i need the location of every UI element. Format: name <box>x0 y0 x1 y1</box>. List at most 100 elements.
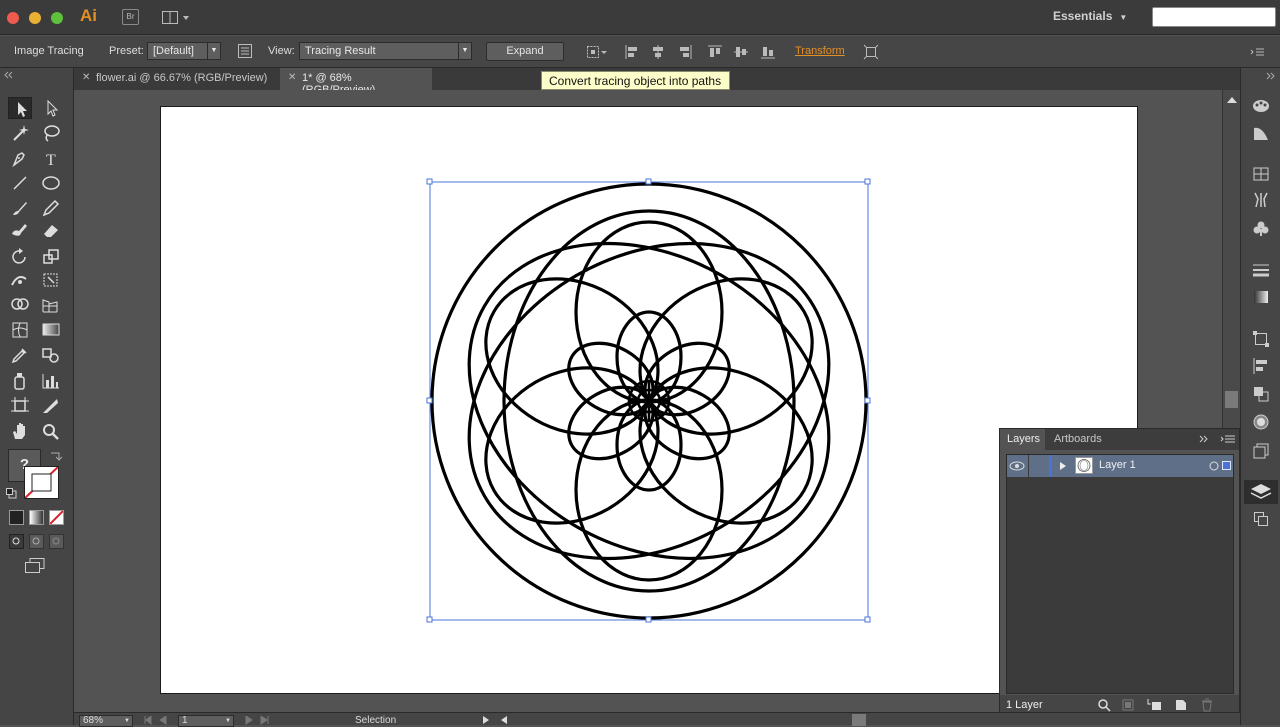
bridge-button[interactable]: Br <box>122 9 139 25</box>
scroll-thumb[interactable] <box>1225 391 1238 408</box>
rotate-tool[interactable] <box>8 246 32 268</box>
eyedropper-tool[interactable] <box>8 344 32 366</box>
pen-tool[interactable] <box>8 147 32 169</box>
blob-brush-tool[interactable] <box>8 219 32 241</box>
tab-artboards[interactable]: Artboards <box>1048 429 1108 450</box>
new-sublayer-icon[interactable] <box>1147 698 1163 712</box>
horizontal-scroll-thumb[interactable] <box>852 714 866 726</box>
image-tracing-link[interactable]: Image Tracing <box>14 45 84 57</box>
brushes-button[interactable] <box>1252 191 1270 209</box>
layers-list[interactable]: Layer 1 <box>1006 454 1234 694</box>
tab-document-1[interactable]: ✕ 1* @ 68% (RGB/Preview) <box>280 68 432 96</box>
target-icon[interactable] <box>1209 461 1219 471</box>
perspective-grid-tool[interactable] <box>39 294 63 316</box>
artboard-navigation-dropdown[interactable]: 1 ▼ <box>178 715 234 727</box>
hand-tool[interactable] <box>8 420 32 442</box>
free-transform-tool[interactable] <box>39 269 63 291</box>
transparency-panel-button[interactable] <box>1252 413 1270 431</box>
artboards-panel-button[interactable] <box>1252 510 1270 528</box>
layer-name[interactable]: Layer 1 <box>1099 459 1136 471</box>
expand-panels-icon[interactable] <box>1265 71 1277 81</box>
eraser-tool[interactable] <box>39 219 63 241</box>
scroll-up-icon[interactable] <box>1223 93 1241 107</box>
search-icon[interactable] <box>1097 698 1111 712</box>
isolate-object-icon[interactable] <box>863 44 879 60</box>
color-guide-button[interactable] <box>1252 124 1270 142</box>
transform-link[interactable]: Transform <box>795 45 845 57</box>
draw-normal-button[interactable] <box>9 534 24 549</box>
symbols-button[interactable] <box>1252 220 1270 238</box>
color-mode-button[interactable] <box>9 510 24 525</box>
shape-builder-tool[interactable] <box>8 294 32 316</box>
next-last-artboard-icons[interactable] <box>244 716 274 725</box>
default-fill-stroke-icon[interactable] <box>6 488 18 500</box>
align-panel-button[interactable] <box>1252 357 1270 375</box>
transform-panel-button[interactable] <box>1252 330 1270 348</box>
trash-icon[interactable] <box>1200 698 1214 712</box>
artboard-tool[interactable] <box>8 395 32 417</box>
screen-mode-button[interactable] <box>24 557 46 575</box>
first-previous-artboard-icons[interactable] <box>144 716 174 725</box>
align-bottom-icon[interactable] <box>760 44 776 60</box>
lock-toggle[interactable] <box>1031 458 1045 474</box>
stroke-panel-button[interactable] <box>1252 261 1270 279</box>
pencil-tool[interactable] <box>39 197 63 219</box>
color-panel-button[interactable] <box>1252 97 1270 115</box>
ellipse-tool[interactable] <box>39 172 63 194</box>
view-dropdown[interactable]: Tracing Result ▼ <box>299 42 472 60</box>
blend-tool[interactable] <box>39 344 63 366</box>
width-tool[interactable] <box>8 269 32 291</box>
eye-icon[interactable] <box>1009 460 1025 472</box>
zoom-window-button[interactable] <box>51 12 63 24</box>
expand-button[interactable]: Expand <box>486 42 564 61</box>
gradient-mode-button[interactable] <box>29 510 44 525</box>
preset-dropdown[interactable]: [Default] ▼ <box>147 42 221 60</box>
status-menu-icon[interactable] <box>482 716 490 725</box>
close-icon[interactable]: ✕ <box>288 72 296 83</box>
search-input[interactable] <box>1152 7 1276 27</box>
arrange-documents-button[interactable] <box>162 10 190 25</box>
slice-tool[interactable] <box>39 395 63 417</box>
layer-row[interactable]: Layer 1 <box>1007 455 1233 477</box>
workspace-switcher[interactable]: Essentials ▼ <box>1053 9 1127 23</box>
draw-behind-button[interactable] <box>29 534 44 549</box>
close-window-button[interactable] <box>7 12 19 24</box>
gradient-panel-button[interactable] <box>1252 288 1270 306</box>
magic-wand-tool[interactable] <box>8 122 32 144</box>
scroll-left-icon[interactable] <box>500 716 508 725</box>
collapse-panel-icon[interactable] <box>1198 434 1210 444</box>
stroke-swatch[interactable] <box>24 466 59 499</box>
appearance-panel-button[interactable] <box>1252 442 1270 460</box>
symbol-sprayer-tool[interactable] <box>8 370 32 392</box>
pathfinder-panel-button[interactable] <box>1252 385 1270 403</box>
align-horizontal-center-icon[interactable] <box>650 44 666 60</box>
paintbrush-tool[interactable] <box>8 197 32 219</box>
column-graph-tool[interactable] <box>39 370 63 392</box>
align-left-icon[interactable] <box>624 44 640 60</box>
disclosure-triangle-icon[interactable] <box>1058 461 1068 471</box>
swatches-button[interactable] <box>1252 165 1270 183</box>
tab-layers[interactable]: Layers <box>1000 429 1045 450</box>
align-top-icon[interactable] <box>707 44 723 60</box>
close-icon[interactable]: ✕ <box>82 72 90 83</box>
zoom-dropdown[interactable]: 68% ▼ <box>79 715 133 727</box>
selection-tool[interactable] <box>8 97 32 119</box>
align-to-icon[interactable] <box>586 44 608 60</box>
gradient-tool[interactable] <box>39 319 63 341</box>
tracing-panel-icon[interactable] <box>237 43 253 59</box>
swap-fill-stroke-icon[interactable] <box>49 449 63 461</box>
align-right-icon[interactable] <box>677 44 693 60</box>
lasso-tool[interactable] <box>39 122 63 144</box>
panel-menu-icon[interactable] <box>1250 44 1266 60</box>
line-segment-tool[interactable] <box>8 172 32 194</box>
type-tool[interactable]: T <box>39 147 63 169</box>
mesh-tool[interactable] <box>8 319 32 341</box>
zoom-tool[interactable] <box>39 420 63 442</box>
draw-inside-button[interactable] <box>49 534 64 549</box>
collapse-panel-icon[interactable] <box>4 70 70 80</box>
scale-tool[interactable] <box>39 246 63 268</box>
none-mode-button[interactable] <box>49 510 64 525</box>
selection-indicator[interactable] <box>1222 461 1231 470</box>
clipping-mask-icon[interactable] <box>1121 698 1135 712</box>
layers-panel-button[interactable] <box>1244 480 1278 504</box>
